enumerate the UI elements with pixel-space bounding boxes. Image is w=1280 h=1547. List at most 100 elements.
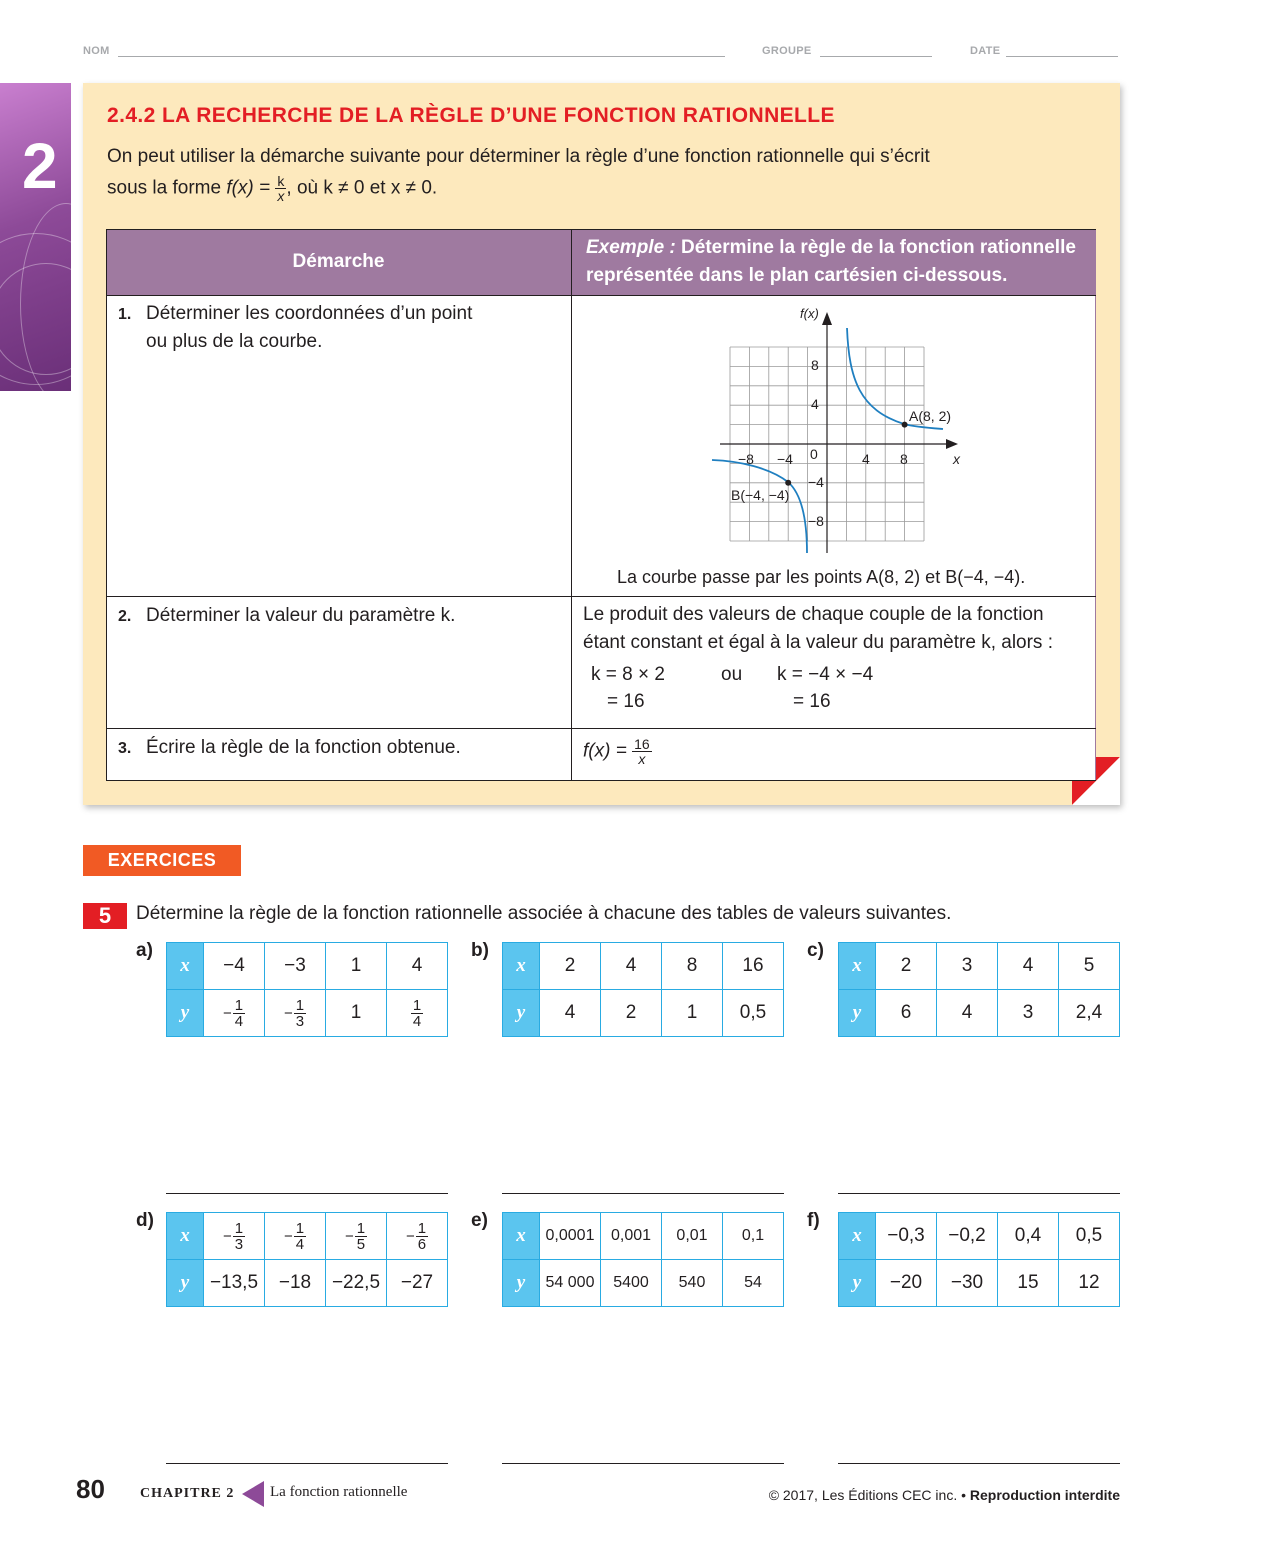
y-head: y (166, 989, 204, 1037)
curve-branch-negative (711, 459, 808, 554)
question-text: Détermine la règle de la fonction ration… (136, 903, 952, 924)
calc-1-result: = 16 (607, 691, 645, 712)
x-cell: 0,4 (997, 1212, 1059, 1260)
table-f-label: f) (807, 1210, 820, 1231)
intro-line-1: On peut utiliser la démarche suivante po… (107, 146, 930, 167)
border-head (106, 295, 1096, 296)
graph-axes (720, 320, 952, 553)
border-left (106, 229, 107, 781)
x-cell: −0,3 (875, 1212, 937, 1260)
x-cell: 8 (661, 942, 723, 990)
calc-1: k = 8 × 2 (591, 664, 665, 685)
x-tick-label: −4 (777, 451, 793, 467)
y-head: y (502, 1259, 540, 1307)
table-d-label: d) (136, 1210, 154, 1231)
answer-line-b[interactable] (502, 1193, 784, 1194)
x-cell: 0,01 (661, 1212, 723, 1260)
answer-den: x (638, 751, 646, 767)
y-cell: 15 (997, 1259, 1059, 1307)
x-cell: 4 (997, 942, 1059, 990)
y-tick-label: 8 (811, 357, 819, 373)
point-b-marker (785, 479, 792, 486)
example-caption: La courbe passe par les points A(8, 2) e… (617, 567, 1026, 587)
step-1-line-1: Déterminer les coordonnées d’un point (146, 303, 473, 324)
x-tick-label: −8 (738, 451, 754, 467)
chapter-number: 2 (22, 130, 58, 202)
value-table-f: x −0,3 −0,2 0,4 0,5 y −20 −30 15 12 (838, 1212, 1120, 1307)
y-head: y (166, 1259, 204, 1307)
frac-num: k (275, 173, 287, 189)
border-middle (571, 229, 572, 781)
step-number: 3. (118, 740, 132, 757)
copyright-bold: Reproduction interdite (966, 1487, 1120, 1503)
y-cell-fraction: −1 3 (264, 989, 326, 1037)
answer-fraction: 16 x (632, 737, 652, 766)
groupe-label: GROUPE (762, 45, 812, 57)
answer-line-f[interactable] (838, 1463, 1120, 1464)
graph-y-label: f(x) (800, 306, 819, 321)
x-cell: −0,2 (936, 1212, 998, 1260)
question-number: 5 (83, 903, 127, 929)
border-bottom (106, 780, 1096, 781)
chapter-side-tab: 2 (0, 83, 71, 391)
chapter-arrow-icon (242, 1481, 264, 1507)
x-cell: 0,5 (1058, 1212, 1120, 1260)
x-head: x (166, 942, 204, 990)
y-cell: 1 (325, 989, 387, 1037)
step-2-line-1: Déterminer la valeur du paramètre k. (146, 605, 456, 626)
y-tick-label: 4 (811, 396, 819, 412)
head-right-text-1: Détermine la règle de la fonction ration… (675, 237, 1076, 258)
head-left-text: Démarche (292, 251, 385, 272)
answer-line-d[interactable] (166, 1463, 448, 1464)
calc-or: ou (721, 664, 743, 685)
point-b-label: B(−4, −4) (731, 487, 790, 503)
table-head-right: Exemple : Détermine la règle de la fonct… (571, 229, 1096, 295)
y-cell: 4 (539, 989, 601, 1037)
y-cell: 12 (1058, 1259, 1120, 1307)
y-cell: 540 (661, 1259, 723, 1307)
y-cell: 1 (661, 989, 723, 1037)
answer-line-c[interactable] (838, 1193, 1120, 1194)
x-axis-arrow (946, 439, 958, 449)
head-right-line-1: Exemple : Détermine la règle de la fonct… (586, 237, 1076, 259)
value-table-e: x 0,0001 0,001 0,01 0,1 y 54 000 5400 54… (502, 1212, 784, 1307)
x-cell-fraction: −1 5 (325, 1212, 387, 1260)
x-head: x (502, 1212, 540, 1260)
x-cell: 5 (1058, 942, 1120, 990)
footer-chapter-title: La fonction rationnelle (270, 1484, 408, 1500)
point-a-marker (901, 421, 908, 428)
x-cell: 0,001 (600, 1212, 662, 1260)
x-head: x (166, 1212, 204, 1260)
y-cell: 54 000 (539, 1259, 601, 1307)
decor-ring (20, 203, 71, 391)
step-1: 1. Déterminer les coordonnées d’un point (118, 303, 472, 325)
x-tick-label: 8 (900, 451, 908, 467)
intro-text-a: sous la forme (107, 177, 227, 199)
graph-x-label: x (953, 451, 960, 467)
value-table-b: x 2 4 8 16 y 4 2 1 0,5 (502, 942, 784, 1037)
answer-num: 16 (632, 736, 652, 752)
x-cell: 0,0001 (539, 1212, 601, 1260)
table-c-label: c) (807, 940, 824, 961)
y-cell: −18 (264, 1259, 326, 1307)
x-cell: −3 (264, 942, 326, 990)
x-cell: 4 (386, 942, 448, 990)
x-cell: 1 (325, 942, 387, 990)
frac-den: x (277, 188, 285, 204)
y-tick-label: −4 (808, 474, 824, 490)
y-cell: −27 (386, 1259, 448, 1307)
x-cell: 2 (875, 942, 937, 990)
graph-origin-label: 0 (810, 446, 818, 462)
x-cell-fraction: −1 6 (386, 1212, 448, 1260)
intro-text-b: , où k ≠ 0 et x ≠ 0. (286, 177, 438, 199)
intro-line-2: sous la forme f(x) = kx, où k ≠ 0 et x ≠… (107, 174, 437, 203)
answer-line-e[interactable] (502, 1463, 784, 1464)
answer-line-a[interactable] (166, 1193, 448, 1194)
x-cell: 16 (722, 942, 784, 990)
head-exemple: Exemple : (586, 237, 676, 258)
table-a-label: a) (136, 940, 153, 961)
cartesian-graph (711, 312, 958, 554)
y-cell: −30 (936, 1259, 998, 1307)
step-2-explain-1: Le produit des valeurs de chaque couple … (583, 604, 1044, 625)
answer-rule: f(x) = 16 x (583, 737, 652, 766)
